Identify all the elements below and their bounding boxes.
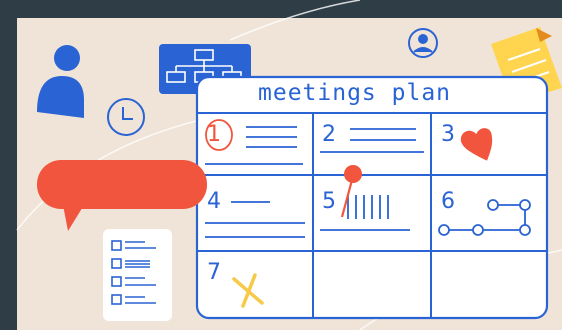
illustration-canvas [16,0,562,330]
cell-number-4: 4 [207,189,221,214]
clock-icon [107,98,145,136]
board-title: meetings plan [258,80,452,106]
illustration: meetings plan 1 2 3 4 5 6 7 [0,0,562,330]
account-icon [408,28,438,58]
cell-number-6: 6 [441,189,455,214]
cell-number-2: 2 [322,122,336,147]
cell-number-1: 1 [207,122,221,147]
checklist-icon [103,229,172,321]
cell-number-3: 3 [441,122,455,147]
cell-number-5: 5 [322,189,336,214]
cell-number-7: 7 [207,260,221,285]
